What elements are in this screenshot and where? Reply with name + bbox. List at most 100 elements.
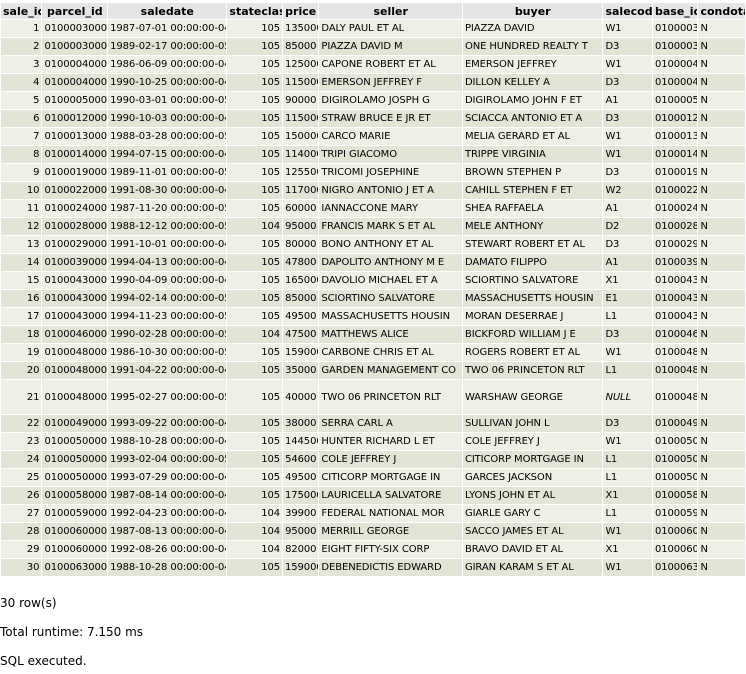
cell-parcel-id: 0100060000 — [42, 541, 108, 558]
cell-condotag: N — [698, 308, 745, 325]
cell-condotag: N — [698, 146, 745, 163]
cell-base-id: 0100046 — [652, 326, 698, 343]
cell-condotag: N — [698, 380, 745, 414]
cell-buyer: MELIA GERARD ET AL — [462, 128, 603, 145]
cell-base-id: 0100060 — [652, 541, 698, 558]
cell-seller: PIAZZA DAVID M — [319, 38, 462, 55]
cell-base-id: 0100039 — [652, 254, 698, 271]
cell-price: 159000 — [283, 559, 319, 576]
cell-seller: STRAW BRUCE E JR ET — [319, 110, 462, 127]
column-header-salecode[interactable]: salecode — [603, 3, 652, 19]
table-row: 9 0100019000 1989-11-01 00:00:00-05 105 1255… — [1, 164, 745, 181]
cell-price: 39900 — [283, 505, 319, 522]
cell-base-id: 0100024 — [652, 200, 698, 217]
column-header-price[interactable]: price — [283, 3, 319, 19]
cell-sale-id: 6 — [1, 110, 42, 127]
column-header-parcel-id[interactable]: parcel_id — [42, 3, 108, 19]
cell-base-id: 0100058 — [652, 487, 698, 504]
cell-salecode: W2 — [603, 182, 652, 199]
cell-seller: HUNTER RICHARD L ET — [319, 433, 462, 450]
cell-base-id: 0100012 — [652, 110, 698, 127]
table-row: 11 0100024000 1987-11-20 00:00:00-05 105 600… — [1, 200, 745, 217]
cell-parcel-id: 0100048000 — [42, 380, 108, 414]
cell-buyer: SCIACCA ANTONIO ET A — [462, 110, 603, 127]
table-row: 15 0100043000 1990-04-09 00:00:00-04 105 165… — [1, 272, 745, 289]
cell-stateclass: 104 — [227, 326, 283, 343]
cell-condotag: N — [698, 236, 745, 253]
table-row: 30 0100063000 1988-10-28 00:00:00-04 105 159… — [1, 559, 745, 576]
table-row: 13 0100029000 1991-10-01 00:00:00-04 105 800… — [1, 236, 745, 253]
cell-buyer: DIGIROLAMO JOHN F ET — [462, 92, 603, 109]
cell-seller: NIGRO ANTONIO J ET A — [319, 182, 462, 199]
table-row: 6 0100012000 1990-10-03 00:00:00-04 105 1150… — [1, 110, 745, 127]
cell-sale-id: 13 — [1, 236, 42, 253]
cell-price: 38000 — [283, 415, 319, 432]
column-header-base-id[interactable]: base_id — [652, 3, 698, 19]
cell-parcel-id: 0100019000 — [42, 164, 108, 181]
cell-sale-id: 1 — [1, 20, 42, 37]
cell-sale-id: 17 — [1, 308, 42, 325]
cell-saledate: 1994-07-15 00:00:00-04 — [108, 146, 227, 163]
cell-buyer: CAHILL STEPHEN F ET — [462, 182, 603, 199]
cell-seller: TRIPI GIACOMO — [319, 146, 462, 163]
cell-base-id: 0100028 — [652, 218, 698, 235]
cell-condotag: N — [698, 344, 745, 361]
cell-parcel-id: 0100024000 — [42, 200, 108, 217]
cell-condotag: N — [698, 523, 745, 540]
cell-parcel-id: 0100063000 — [42, 559, 108, 576]
cell-parcel-id: 0100050000 — [42, 469, 108, 486]
cell-salecode: L1 — [603, 451, 652, 468]
cell-parcel-id: 0100012000 — [42, 110, 108, 127]
cell-stateclass: 105 — [227, 308, 283, 325]
cell-stateclass: 105 — [227, 56, 283, 73]
cell-price: 80000 — [283, 236, 319, 253]
cell-parcel-id: 0100022000 — [42, 182, 108, 199]
cell-parcel-id: 0100014000 — [42, 146, 108, 163]
column-header-buyer[interactable]: buyer — [462, 3, 603, 19]
column-header-condotag[interactable]: condotag — [698, 3, 745, 19]
cell-sale-id: 28 — [1, 523, 42, 540]
column-header-stateclass[interactable]: stateclass — [227, 3, 283, 19]
cell-buyer: MELE ANTHONY — [462, 218, 603, 235]
cell-base-id: 0100004 — [652, 74, 698, 91]
cell-salecode: E1 — [603, 290, 652, 307]
cell-sale-id: 8 — [1, 146, 42, 163]
cell-stateclass: 105 — [227, 415, 283, 432]
cell-price: 165000 — [283, 272, 319, 289]
cell-buyer: TRIPPE VIRGINIA — [462, 146, 603, 163]
table-row: 22 0100049000 1993-09-22 00:00:00-04 105 380… — [1, 415, 745, 432]
cell-saledate: 1990-02-28 00:00:00-05 — [108, 326, 227, 343]
table-row: 17 0100043000 1994-11-23 00:00:00-05 105 495… — [1, 308, 745, 325]
cell-parcel-id: 0100003000 — [42, 20, 108, 37]
cell-parcel-id: 0100043000 — [42, 308, 108, 325]
cell-saledate: 1991-04-22 00:00:00-04 — [108, 362, 227, 379]
cell-stateclass: 105 — [227, 362, 283, 379]
table-row: 4 0100004000 1990-10-25 00:00:00-04 105 1150… — [1, 74, 745, 91]
cell-buyer: SACCO JAMES ET AL — [462, 523, 603, 540]
cell-saledate: 1990-10-03 00:00:00-04 — [108, 110, 227, 127]
cell-saledate: 1987-07-01 00:00:00-04 — [108, 20, 227, 37]
cell-saledate: 1994-02-14 00:00:00-05 — [108, 290, 227, 307]
cell-seller: DAPOLITO ANTHONY M E — [319, 254, 462, 271]
column-header-saledate[interactable]: saledate — [108, 3, 227, 19]
column-header-sale-id[interactable]: sale_id — [1, 3, 42, 19]
results-table: sale_id parcel_id saledate stateclass pr… — [0, 2, 746, 577]
cell-saledate: 1988-10-28 00:00:00-04 — [108, 559, 227, 576]
cell-stateclass: 105 — [227, 164, 283, 181]
cell-seller: FRANCIS MARK S ET AL — [319, 218, 462, 235]
cell-stateclass: 105 — [227, 380, 283, 414]
cell-buyer: LYONS JOHN ET AL — [462, 487, 603, 504]
cell-salecode: L1 — [603, 469, 652, 486]
cell-condotag: N — [698, 182, 745, 199]
cell-parcel-id: 0100046000 — [42, 326, 108, 343]
cell-parcel-id: 0100004000 — [42, 74, 108, 91]
cell-stateclass: 105 — [227, 110, 283, 127]
cell-seller: CARCO MARIE — [319, 128, 462, 145]
cell-price: 117000 — [283, 182, 319, 199]
cell-parcel-id: 0100050000 — [42, 451, 108, 468]
column-header-seller[interactable]: seller — [319, 3, 462, 19]
cell-seller: MERRILL GEORGE — [319, 523, 462, 540]
cell-parcel-id: 0100050000 — [42, 433, 108, 450]
cell-stateclass: 104 — [227, 505, 283, 522]
cell-seller: IANNACCONE MARY — [319, 200, 462, 217]
